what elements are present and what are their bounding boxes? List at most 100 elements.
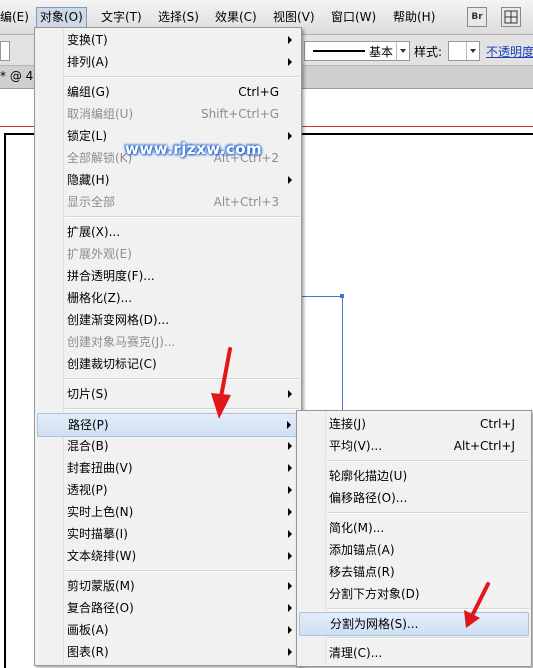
stroke-style-select[interactable]: 基本 [304,41,410,61]
stroke-line-preview [313,50,365,52]
menu-item-label: 创建对象马赛克(J)... [67,335,176,349]
menu-item-label: 实时上色(N) [67,505,134,519]
menu-item-label: 创建裁切标记(C) [67,357,157,371]
menu-item-blend[interactable]: 混合(B) [37,435,299,457]
artboard-left-border [4,133,6,668]
menu-separator [327,512,529,514]
menu-item-path[interactable]: 路径(P) [37,413,299,437]
menu-effect[interactable]: 效果(C) [215,8,257,27]
menu-item-label: 排列(A) [67,55,109,69]
menu-item-live-trace[interactable]: 实时描摹(I) [37,523,299,545]
menu-edit[interactable]: 编(E) [0,8,29,27]
arrange-documents-icon[interactable] [501,7,521,27]
menu-select[interactable]: 选择(S) [158,8,199,27]
menu-item-artboards[interactable]: 画板(A) [37,619,299,641]
menu-item-label: 文本绕排(W) [67,549,137,563]
menu-item-label: 封套扭曲(V) [67,461,133,475]
opacity-link[interactable]: 不透明度 [486,43,533,60]
menu-item-create-trim-marks[interactable]: 创建裁切标记(C) [37,353,299,375]
menu-item-average[interactable]: 平均(V)... Alt+Ctrl+J [299,435,529,457]
menu-item-label: 锁定(L) [67,129,108,143]
menu-separator [65,408,299,410]
menu-item-show-all[interactable]: 显示全部 Alt+Ctrl+3 [37,191,299,213]
anchor-point[interactable] [340,294,344,298]
menu-item-envelope-distort[interactable]: 封套扭曲(V) [37,457,299,479]
chevron-down-icon[interactable] [396,42,409,60]
menu-item-label: 画板(A) [67,623,109,637]
menu-separator [65,76,299,78]
fill-swatch[interactable] [0,41,10,61]
menu-item-ungroup[interactable]: 取消编组(U) Shift+Ctrl+G [37,103,299,125]
menu-item-hide[interactable]: 隐藏(H) [37,169,299,191]
menu-item-shortcut: Alt+Ctrl+J [453,439,515,453]
style-select[interactable] [448,41,480,61]
menu-item-outline-stroke[interactable]: 轮廓化描边(U) [299,465,529,487]
menu-item-live-paint[interactable]: 实时上色(N) [37,501,299,523]
menu-item-expand[interactable]: 扩展(X)... [37,221,299,243]
menu-item-divide-objects-below[interactable]: 分割下方对象(D) [299,583,529,605]
menu-item-label: 轮廓化描边(U) [329,469,408,483]
menu-item-add-anchor-points[interactable]: 添加锚点(A) [299,539,529,561]
menu-object[interactable]: 对象(O) [36,7,87,28]
menu-window[interactable]: 窗口(W) [331,8,376,27]
menu-item-offset-path[interactable]: 偏移路径(O)... [299,487,529,509]
menu-item-graph[interactable]: 图表(R) [37,641,299,663]
menu-item-slice[interactable]: 切片(S) [37,383,299,405]
submenu-arrow-icon [288,464,292,472]
bridge-button[interactable]: Br [467,7,487,27]
menu-item-label: 剪切蒙版(M) [67,579,135,593]
menu-item-flatten-transparency[interactable]: 拼合透明度(F)... [37,265,299,287]
menu-item-perspective[interactable]: 透视(P) [37,479,299,501]
menu-item-create-object-mosaic[interactable]: 创建对象马赛克(J)... [37,331,299,353]
submenu-arrow-icon [288,552,292,560]
menu-item-clean-up[interactable]: 清理(C)... [299,642,529,664]
menu-item-label: 添加锚点(A) [329,543,395,557]
menu-item-join[interactable]: 连接(J) Ctrl+J [299,413,529,435]
menu-item-label: 平均(V)... [329,439,383,453]
menu-separator [327,460,529,462]
menu-item-remove-anchor-points[interactable]: 移去锚点(R) [299,561,529,583]
submenu-arrow-icon [288,176,292,184]
menu-item-label: 扩展(X)... [67,225,121,239]
submenu-arrow-icon [288,58,292,66]
menu-item-clipping-mask[interactable]: 剪切蒙版(M) [37,575,299,597]
submenu-arrow-icon [288,604,292,612]
submenu-arrow-icon [288,648,292,656]
menu-item-label: 简化(M)... [329,521,385,535]
menu-item-expand-appearance[interactable]: 扩展外观(E) [37,243,299,265]
submenu-arrow-icon [288,582,292,590]
object-menu: 变换(T) 排列(A) 编组(G) Ctrl+G 取消编组(U) Shift+Ctr… [34,27,302,666]
menu-help[interactable]: 帮助(H) [393,8,435,27]
menu-item-label: 显示全部 [67,195,116,209]
menu-item-transform[interactable]: 变换(T) [37,29,299,51]
submenu-arrow-icon [288,508,292,516]
menu-item-label: 图表(R) [67,645,109,659]
menu-item-shortcut: Ctrl+J [480,417,515,431]
submenu-arrow-icon [288,530,292,538]
menu-item-label: 连接(J) [329,417,366,431]
menu-item-arrange[interactable]: 排列(A) [37,51,299,73]
submenu-arrow-icon [287,421,291,429]
menu-item-rasterize[interactable]: 栅格化(Z)... [37,287,299,309]
menu-item-shortcut: Alt+Ctrl+3 [213,195,279,209]
menu-type[interactable]: 文字(T) [101,8,142,27]
menu-item-split-into-grid[interactable]: 分割为网格(S)... [299,612,529,636]
submenu-arrow-icon [288,626,292,634]
menu-item-group[interactable]: 编组(G) Ctrl+G [37,81,299,103]
document-tab[interactable]: * @ 4 [0,69,33,83]
chevron-down-icon[interactable] [466,42,479,60]
menu-item-label: 拼合透明度(F)... [67,269,155,283]
menu-item-label: 分割下方对象(D) [329,587,420,601]
menu-item-text-wrap[interactable]: 文本绕排(W) [37,545,299,567]
style-label: 样式: [414,45,443,59]
menu-item-label: 清理(C)... [329,646,383,660]
menu-item-simplify[interactable]: 简化(M)... [299,517,529,539]
submenu-arrow-icon [288,390,292,398]
menu-view[interactable]: 视图(V) [273,8,315,27]
menu-item-create-gradient-mesh[interactable]: 创建渐变网格(D)... [37,309,299,331]
menu-separator [65,570,299,572]
menu-separator [327,637,529,639]
menu-item-label: 分割为网格(S)... [330,617,419,631]
menu-item-compound-path[interactable]: 复合路径(O) [37,597,299,619]
menu-item-label: 偏移路径(O)... [329,491,408,505]
